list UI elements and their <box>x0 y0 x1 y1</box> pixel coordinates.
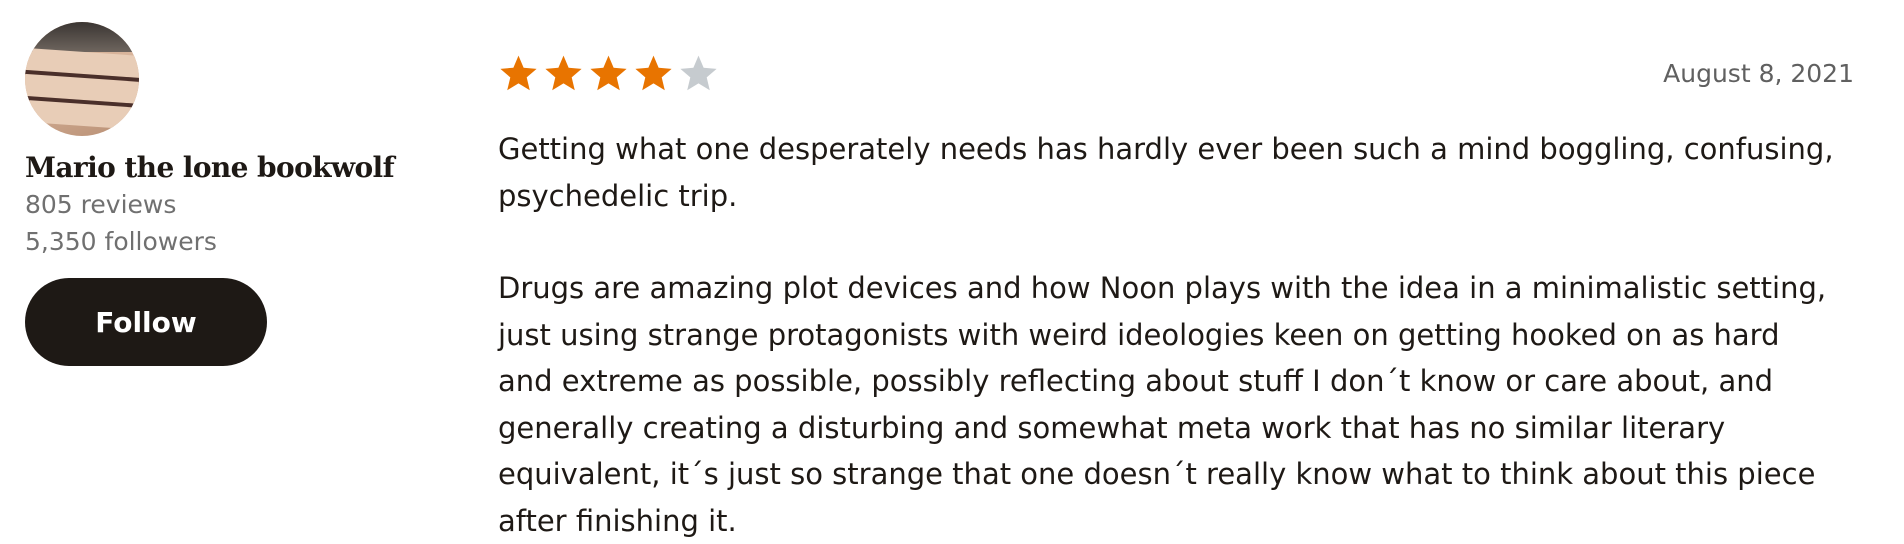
review-paragraph: Getting what one desperately needs has h… <box>498 132 1834 213</box>
review-count: 805 reviews <box>25 190 177 219</box>
review: August 8, 2021 Getting what one desperat… <box>498 50 1858 544</box>
reviewer-name[interactable]: Mario the lone bookwolf <box>25 150 425 186</box>
star-filled-icon <box>545 55 582 90</box>
star-filled-icon <box>635 55 672 90</box>
review-header: August 8, 2021 <box>498 50 1858 96</box>
review-paragraph: Drugs are amazing plot devices and how N… <box>498 271 1827 538</box>
review-text: Getting what one desperately needs has h… <box>498 126 1843 544</box>
avatar-photo-top <box>25 22 139 52</box>
star-empty-icon <box>680 55 717 90</box>
follow-button[interactable]: Follow <box>25 278 267 366</box>
review-date[interactable]: August 8, 2021 <box>1663 59 1854 88</box>
star-filled-icon <box>500 55 537 90</box>
rating-stars <box>498 53 719 94</box>
star-filled-icon <box>590 55 627 90</box>
avatar[interactable] <box>25 22 139 136</box>
follower-count: 5,350 followers <box>25 227 217 256</box>
reviewer-card: Mario the lone bookwolf 805 reviews 5,35… <box>25 22 425 366</box>
